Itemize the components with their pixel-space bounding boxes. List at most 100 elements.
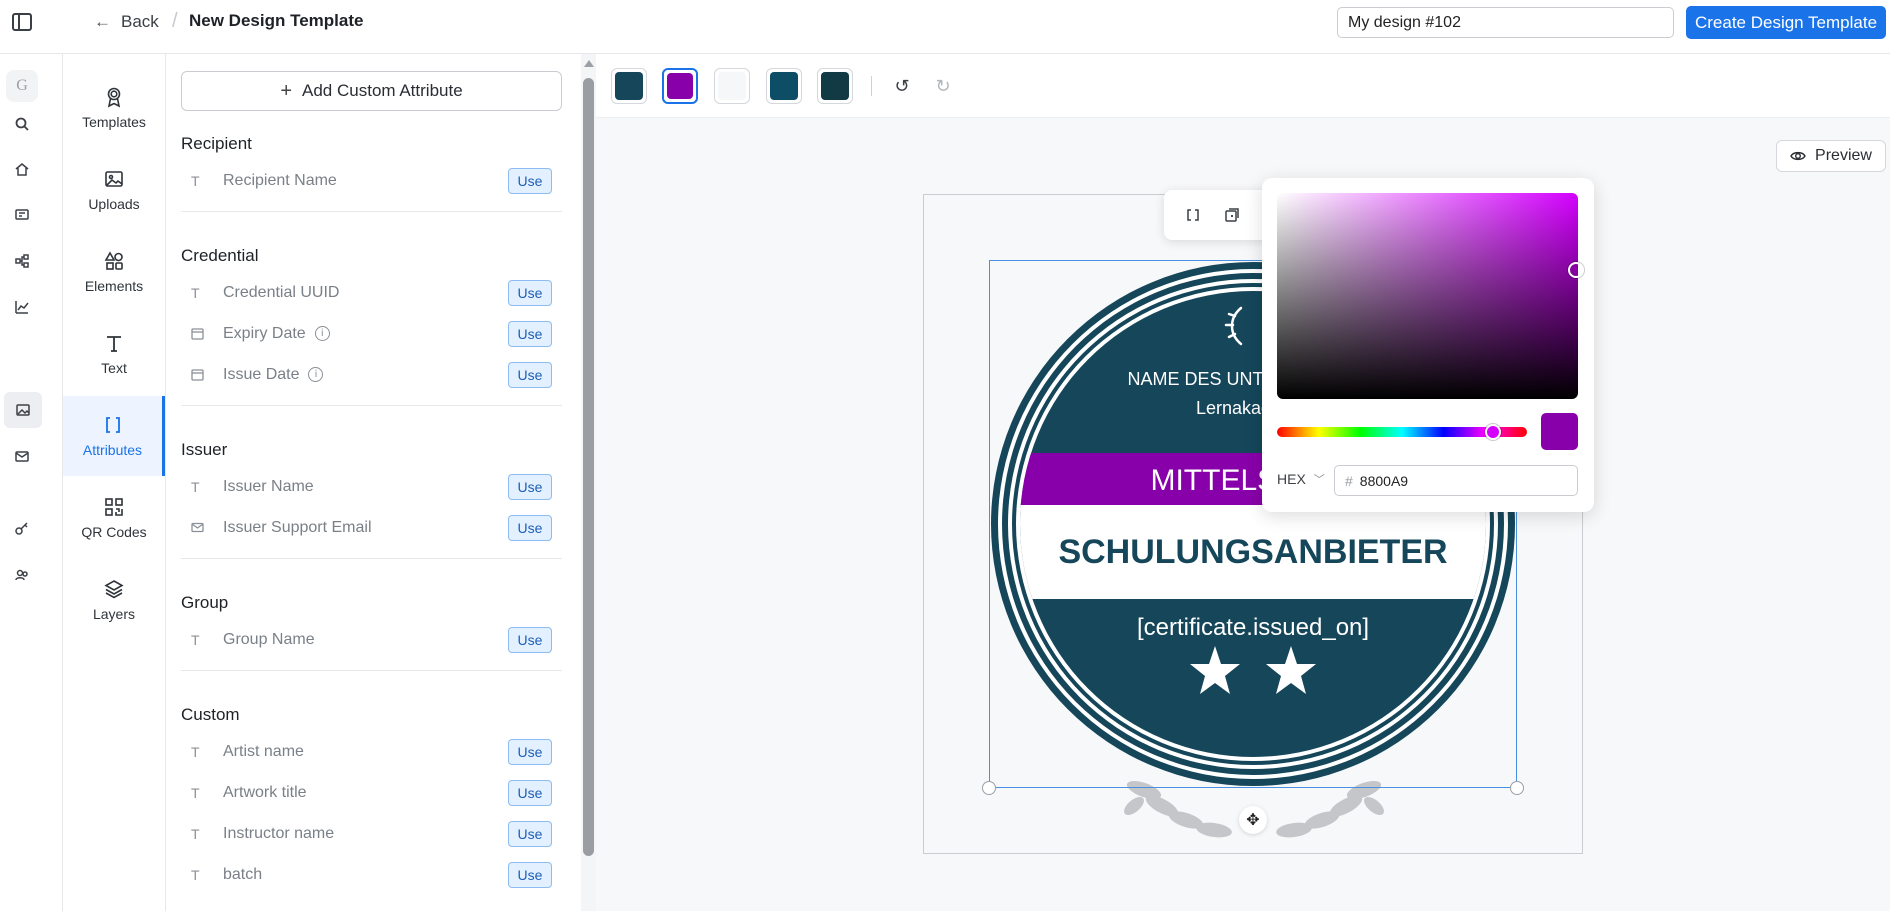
use-credential-uuid-button[interactable]: Use bbox=[508, 280, 552, 306]
info-icon[interactable]: i bbox=[314, 326, 330, 341]
canvas-area: ↺ ↻ Preview NAME DES UNTERNEHMENS Lernak… bbox=[596, 54, 1890, 911]
color-swatch-1[interactable] bbox=[611, 68, 647, 104]
use-group-name-button[interactable]: Use bbox=[508, 627, 552, 653]
hex-input[interactable] bbox=[1359, 472, 1560, 489]
hue-slider[interactable] bbox=[1277, 424, 1527, 440]
resize-handle-bottom-right[interactable] bbox=[1510, 781, 1524, 795]
use-batch-button[interactable]: Use bbox=[508, 862, 552, 888]
resize-handle-bottom-left[interactable] bbox=[982, 781, 996, 795]
color-picker-popover: HEX ﹀ # bbox=[1262, 178, 1594, 512]
preview-button[interactable]: Preview bbox=[1776, 140, 1886, 172]
plus-icon: + bbox=[280, 79, 293, 102]
workspace-avatar[interactable]: G bbox=[6, 70, 38, 102]
attribute-row: T Group Name Use bbox=[181, 619, 562, 660]
text-icon bbox=[107, 336, 121, 352]
saturation-cursor[interactable] bbox=[1568, 262, 1584, 278]
undo-icon[interactable]: ↺ bbox=[892, 76, 912, 96]
mail-icon[interactable] bbox=[0, 438, 44, 474]
swatch-fill bbox=[821, 72, 849, 100]
add-custom-attribute-button[interactable]: + Add Custom Attribute bbox=[181, 71, 562, 111]
attribute-row: T Credential UUID Use bbox=[181, 272, 562, 313]
hue-slider-thumb[interactable] bbox=[1485, 424, 1501, 440]
use-artwork-title-button[interactable]: Use bbox=[508, 780, 552, 806]
attribute-row: T Instructor name Use bbox=[181, 813, 562, 854]
color-swatch-4[interactable] bbox=[766, 68, 802, 104]
section-issuer: Issuer T Issuer Name Use Issuer Support … bbox=[181, 440, 562, 559]
scroll-thumb[interactable] bbox=[583, 78, 594, 856]
tool-elements[interactable]: Elements bbox=[63, 232, 165, 312]
move-handle-icon[interactable]: ✥ bbox=[1239, 806, 1267, 834]
text-icon: T bbox=[191, 866, 200, 883]
use-instructor-name-button[interactable]: Use bbox=[508, 821, 552, 847]
tool-label: Uploads bbox=[88, 196, 140, 212]
tool-label: QR Codes bbox=[81, 524, 147, 540]
divider bbox=[181, 670, 562, 671]
certificate-icon[interactable] bbox=[0, 197, 44, 233]
section-title: Recipient bbox=[181, 134, 252, 153]
image-icon[interactable] bbox=[4, 392, 42, 428]
attribute-row: T Recipient Name Use bbox=[181, 160, 562, 201]
page-title: New Design Template bbox=[189, 11, 364, 30]
scroll-up-arrow-icon[interactable] bbox=[584, 60, 594, 67]
tool-label: Templates bbox=[82, 114, 146, 130]
info-icon[interactable]: i bbox=[308, 367, 324, 382]
use-artist-name-button[interactable]: Use bbox=[508, 739, 552, 765]
eye-icon bbox=[1790, 151, 1806, 161]
use-issuer-name-button[interactable]: Use bbox=[508, 474, 552, 500]
attribute-label: Issue Date bbox=[223, 365, 300, 383]
swatch-fill bbox=[718, 72, 746, 100]
attribute-label: Issuer Support Email bbox=[223, 518, 372, 536]
duplicate-icon[interactable] bbox=[1221, 204, 1243, 226]
back-button[interactable]: ← Back bbox=[94, 10, 159, 34]
workflow-icon[interactable] bbox=[0, 243, 44, 279]
use-issuer-support-email-button[interactable]: Use bbox=[508, 515, 552, 541]
color-swatch-2[interactable] bbox=[662, 68, 698, 104]
hex-input-field[interactable]: # bbox=[1334, 465, 1578, 496]
saturation-value-area[interactable] bbox=[1277, 193, 1578, 399]
attribute-row: T Artist name Use bbox=[181, 731, 562, 772]
use-issue-date-button[interactable]: Use bbox=[508, 362, 552, 388]
attribute-label: batch bbox=[223, 865, 263, 883]
brackets-icon[interactable] bbox=[1182, 204, 1204, 226]
tool-uploads[interactable]: Uploads bbox=[63, 150, 165, 230]
chart-icon[interactable] bbox=[0, 289, 44, 325]
tool-qr-codes[interactable]: QR Codes bbox=[63, 478, 165, 558]
tool-attributes[interactable]: Attributes bbox=[63, 396, 165, 476]
tool-templates[interactable]: Templates bbox=[63, 68, 165, 148]
section-recipient: Recipient T Recipient Name Use bbox=[181, 134, 562, 212]
breadcrumb-separator: / bbox=[172, 10, 178, 32]
attribute-label: Issuer Name bbox=[223, 477, 314, 495]
use-expiry-date-button[interactable]: Use bbox=[508, 321, 552, 347]
swatch-fill bbox=[615, 72, 643, 100]
key-icon[interactable] bbox=[0, 510, 44, 546]
attribute-row: T Issuer Name Use bbox=[181, 466, 562, 507]
color-format-select[interactable]: HEX ﹀ bbox=[1277, 471, 1325, 487]
tool-text[interactable]: Text bbox=[63, 314, 165, 394]
attribute-label: Recipient Name bbox=[223, 171, 337, 189]
redo-icon[interactable]: ↻ bbox=[933, 76, 953, 96]
attribute-row: T Artwork title Use bbox=[181, 772, 562, 813]
arrow-left-icon: ← bbox=[94, 12, 111, 31]
section-title: Custom bbox=[181, 705, 240, 724]
attribute-label: Group Name bbox=[223, 630, 315, 648]
search-icon[interactable] bbox=[0, 106, 44, 142]
top-bar: ← Back / New Design Template Create Desi… bbox=[0, 0, 1890, 54]
users-icon[interactable] bbox=[0, 557, 44, 593]
attributes-panel: + Add Custom Attribute Recipient T Recip… bbox=[166, 54, 580, 911]
create-design-template-button[interactable]: Create Design Template bbox=[1686, 6, 1886, 39]
section-title: Group bbox=[181, 593, 229, 612]
mail-icon bbox=[191, 521, 211, 534]
calendar-icon bbox=[191, 327, 211, 340]
color-swatch-5[interactable] bbox=[817, 68, 853, 104]
use-recipient-name-button[interactable]: Use bbox=[508, 168, 552, 194]
home-icon[interactable] bbox=[0, 151, 44, 187]
panel-scrollbar[interactable] bbox=[581, 54, 596, 911]
tool-layers[interactable]: Layers bbox=[63, 560, 165, 640]
chevron-down-icon: ﹀ bbox=[1313, 474, 1325, 486]
color-swatch-3[interactable] bbox=[714, 68, 750, 104]
design-name-input[interactable] bbox=[1337, 7, 1674, 38]
add-custom-attribute-label: Add Custom Attribute bbox=[302, 81, 463, 100]
attribute-label: Artwork title bbox=[223, 783, 307, 801]
current-color-swatch bbox=[1541, 413, 1578, 450]
sidebar-toggle-icon[interactable] bbox=[12, 13, 32, 31]
